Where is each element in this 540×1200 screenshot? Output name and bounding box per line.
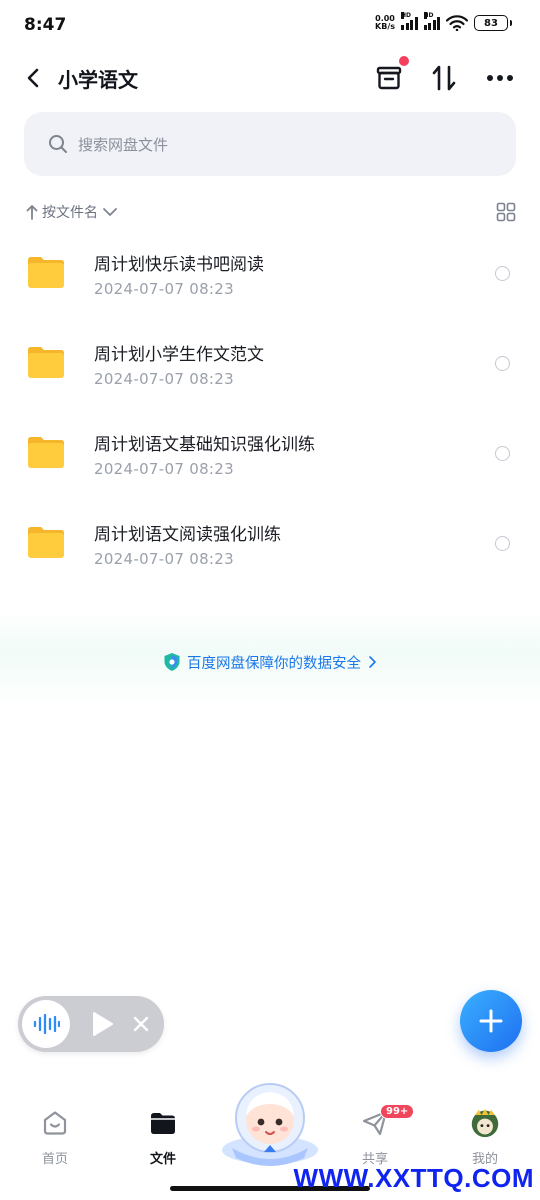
file-date: 2024-07-07 08:23 (94, 280, 234, 298)
more-button[interactable] (484, 62, 516, 94)
audio-mini-player (18, 996, 164, 1052)
nav-item-share[interactable]: 99+ 共享 (340, 1104, 415, 1170)
list-item[interactable]: 周计划语文阅读强化训练 2024-07-07 08:23 (0, 508, 540, 598)
back-button[interactable] (20, 64, 46, 92)
add-button[interactable] (460, 990, 522, 1052)
sort-arrows-icon (432, 65, 456, 91)
sort-row: 按文件名 (26, 198, 516, 226)
close-icon[interactable] (130, 1013, 152, 1035)
nav-label-files: 文件 (149, 1152, 176, 1167)
arrow-up-icon (26, 205, 38, 220)
waveform-icon (33, 1013, 60, 1035)
file-name: 周计划快乐读书吧阅读 (94, 255, 264, 275)
signal-icon: HD (423, 12, 440, 30)
select-checkbox[interactable] (495, 446, 510, 461)
share-badge: 99+ (380, 1104, 415, 1119)
signal-hd-label: HD (423, 12, 434, 19)
search-input[interactable]: 搜索网盘文件 (24, 112, 516, 176)
chevron-down-icon (103, 208, 117, 216)
security-banner[interactable]: 百度网盘保障你的数据安全 (0, 650, 540, 674)
select-checkbox[interactable] (495, 266, 510, 281)
network-speed: 0.00 KB/s (375, 15, 395, 31)
sort-by-name-button[interactable]: 按文件名 (26, 202, 118, 222)
file-name: 周计划小学生作文范文 (94, 345, 264, 365)
list-item[interactable]: 周计划快乐读书吧阅读 2024-07-07 08:23 (0, 238, 540, 328)
chevron-right-icon (369, 656, 376, 668)
signal-icon: HD (401, 12, 418, 30)
page-title: 小学语文 (58, 68, 138, 92)
archive-button[interactable] (373, 56, 409, 94)
archive-icon (376, 66, 402, 90)
file-date: 2024-07-07 08:23 (94, 550, 234, 568)
back-icon (27, 68, 39, 88)
files-icon (151, 1113, 175, 1134)
file-name: 周计划语文阅读强化训练 (94, 525, 281, 545)
file-name: 周计划语文基础知识强化训练 (94, 435, 315, 455)
folder-icon (28, 347, 64, 378)
home-icon (43, 1111, 67, 1135)
top-app-bar: 小学语文 (0, 52, 540, 104)
file-date: 2024-07-07 08:23 (94, 370, 234, 388)
ai-assistant-mascot[interactable] (218, 1078, 322, 1166)
avatar (471, 1108, 499, 1138)
voice-player-button[interactable] (22, 1000, 70, 1048)
folder-icon (28, 437, 64, 468)
sort-label: 按文件名 (42, 205, 98, 221)
grid-view-icon[interactable] (496, 202, 516, 222)
status-indicators: 0.00 KB/s HD HD 83 (375, 12, 512, 31)
folder-icon (28, 257, 64, 288)
network-speed-unit: KB/s (375, 22, 395, 31)
nav-item-mine[interactable]: 我的 (450, 1108, 520, 1170)
status-time: 8:47 (24, 15, 67, 35)
file-list: 周计划快乐读书吧阅读 2024-07-07 08:23 周计划小学生作文范文 2… (0, 238, 540, 598)
watermark: WWW.XXTTQ.COM (293, 1163, 534, 1193)
list-item[interactable]: 周计划语文基础知识强化训练 2024-07-07 08:23 (0, 418, 540, 508)
plus-icon (479, 1009, 503, 1033)
security-text: 百度网盘保障你的数据安全 (187, 655, 361, 672)
nav-label-home: 首页 (41, 1152, 68, 1167)
folder-icon (28, 527, 64, 558)
battery-indicator: 83 (474, 15, 512, 31)
search-icon (49, 135, 67, 153)
list-item[interactable]: 周计划小学生作文范文 2024-07-07 08:23 (0, 328, 540, 418)
wifi-icon (446, 15, 468, 31)
signal-hd-label: HD (401, 12, 412, 19)
status-bar: 8:47 0.00 KB/s HD HD 83 (0, 0, 540, 50)
file-date: 2024-07-07 08:23 (94, 460, 234, 478)
nav-item-home[interactable]: 首页 (20, 1108, 90, 1170)
search-placeholder: 搜索网盘文件 (78, 135, 169, 154)
nav-item-files[interactable]: 文件 (128, 1108, 198, 1170)
more-icon (487, 75, 513, 81)
select-checkbox[interactable] (495, 356, 510, 371)
play-icon[interactable] (90, 1011, 114, 1037)
notification-dot (399, 56, 409, 66)
select-checkbox[interactable] (495, 536, 510, 551)
shield-icon (164, 653, 180, 671)
sort-button[interactable] (428, 62, 460, 94)
